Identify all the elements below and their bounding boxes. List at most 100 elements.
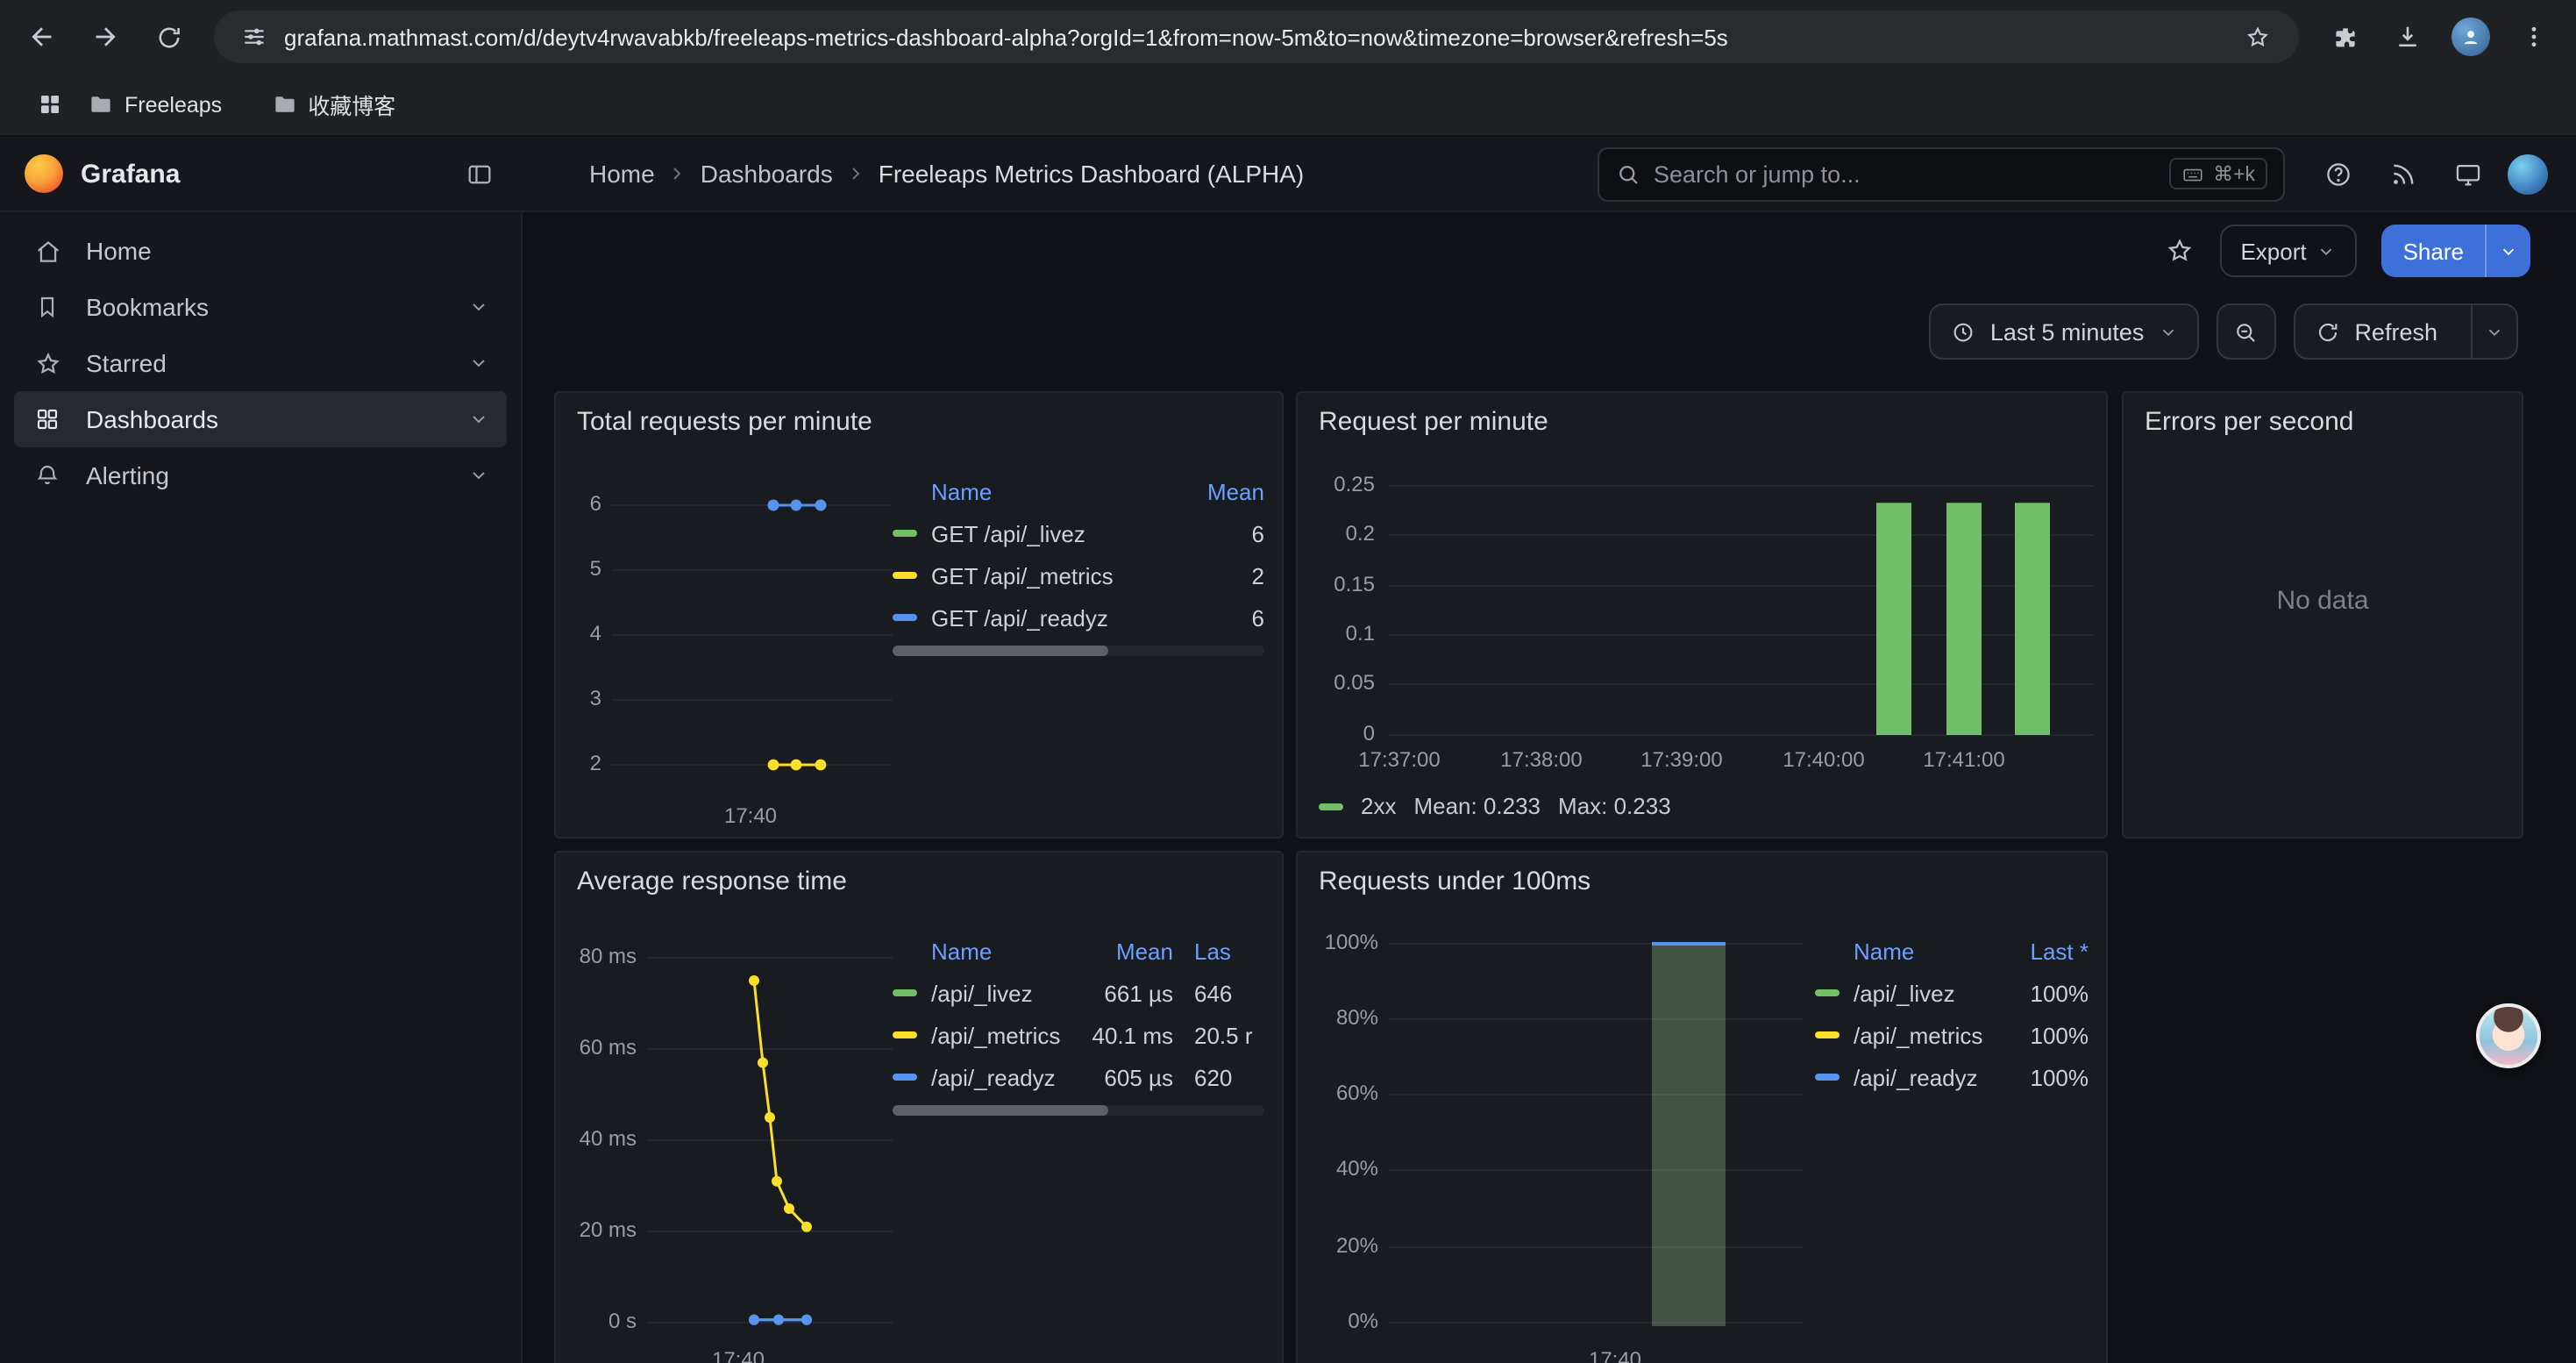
y-axis-tick: 3	[566, 686, 601, 712]
assistant-avatar-overlay[interactable]	[2476, 1003, 2541, 1068]
help-button[interactable]	[2313, 149, 2362, 198]
forward-button[interactable]	[79, 11, 132, 63]
chevron-down-icon	[2499, 241, 2518, 260]
refresh-button[interactable]: Refresh	[2295, 305, 2457, 358]
no-data-message: No data	[2124, 586, 2522, 616]
chart-canvas[interactable]	[566, 460, 900, 831]
brand-title: Grafana	[81, 159, 180, 189]
series-name[interactable]: /api/_livez	[1854, 980, 1990, 1006]
y-axis-tick: 60%	[1308, 1081, 1378, 1107]
series-name[interactable]: /api/_readyz	[1854, 1064, 1990, 1090]
sidebar-item-alerting[interactable]: Alerting	[14, 447, 507, 503]
chevron-right-icon	[667, 163, 688, 184]
share-button[interactable]: Share	[2382, 225, 2485, 277]
x-axis-tick: 17:37:00	[1347, 747, 1452, 774]
series-name[interactable]: /api/_readyz	[931, 1064, 1075, 1090]
news-button[interactable]	[2378, 149, 2427, 198]
scrollbar-thumb[interactable]	[893, 646, 1108, 656]
sidebar-item-starred[interactable]: Starred	[14, 335, 507, 391]
profile-button[interactable]	[2444, 11, 2497, 63]
refresh-interval-button[interactable]	[2471, 305, 2516, 358]
series-mean-stat: Mean: 0.233	[1413, 793, 1541, 819]
sidebar-item-home[interactable]: Home	[14, 223, 507, 279]
bookmark-item-blogs[interactable]: 收藏博客	[260, 82, 406, 126]
series-name[interactable]: /api/_metrics	[931, 1022, 1075, 1048]
panel-title[interactable]: Requests under 100ms	[1319, 867, 1590, 896]
legend-scrollbar[interactable]	[893, 646, 1264, 656]
chevron-down-icon[interactable]	[468, 409, 489, 430]
legend-col-last[interactable]: Las	[1194, 938, 1264, 964]
series-name[interactable]: GET /api/_metrics	[931, 562, 1166, 589]
y-axis-tick: 6	[566, 491, 601, 517]
total-requests-chart[interactable]: 6543217:40	[566, 460, 900, 831]
legend-col-name[interactable]: Name	[893, 478, 1166, 504]
legend-col-mean[interactable]: Mean	[1166, 478, 1264, 504]
legend-row[interactable]: /api/_readyz 605 µs 620	[893, 1056, 1264, 1098]
zoom-out-button[interactable]	[2216, 303, 2275, 360]
time-range-picker[interactable]: Last 5 minutes	[1929, 303, 2199, 360]
series-name[interactable]: GET /api/_livez	[931, 520, 1166, 546]
legend-row[interactable]: GET /api/_metrics 2	[893, 554, 1264, 596]
extensions-button[interactable]	[2318, 11, 2371, 63]
search-shortcut-chip: ⌘+k	[2169, 158, 2267, 189]
panel-title[interactable]: Request per minute	[1319, 407, 1548, 437]
browser-menu-button[interactable]	[2508, 11, 2560, 63]
chart-canvas[interactable]	[1308, 919, 1810, 1363]
back-button[interactable]	[16, 11, 68, 63]
export-button[interactable]: Export	[2219, 225, 2357, 277]
chart-canvas[interactable]	[1308, 460, 2097, 775]
requests-under-100ms-chart[interactable]: 100%80%60%40%20%0%17:40	[1308, 919, 1810, 1363]
legend-col-last[interactable]: Last *	[1990, 938, 2089, 964]
panel-total-requests-per-minute: Total requests per minute 6543217:40 Nam…	[554, 391, 1284, 838]
series-last-value: 620	[1194, 1064, 1264, 1090]
legend-col-name[interactable]: Name	[1815, 938, 1990, 964]
chevron-down-icon[interactable]	[468, 353, 489, 374]
panel-title[interactable]: Average response time	[577, 867, 847, 896]
reload-button[interactable]	[142, 11, 195, 63]
sidebar-item-bookmarks[interactable]: Bookmarks	[14, 279, 507, 335]
panel-title[interactable]: Total requests per minute	[577, 407, 872, 437]
address-bar[interactable]: grafana.mathmast.com/d/deytv4rwavabkb/fr…	[214, 11, 2299, 63]
breadcrumb-home[interactable]: Home	[589, 160, 655, 188]
legend-row[interactable]: GET /api/_readyz 6	[893, 596, 1264, 639]
legend-row[interactable]: GET /api/_livez 6	[893, 512, 1264, 554]
average-response-time-chart[interactable]: 80 ms60 ms40 ms20 ms0 s17:40	[566, 919, 900, 1363]
series-name[interactable]: /api/_livez	[931, 980, 1075, 1006]
site-info-icon[interactable]	[235, 18, 274, 56]
bookmark-item-freeleaps[interactable]: Freeleaps	[77, 86, 232, 123]
favorite-star-button[interactable]	[2163, 235, 2195, 267]
url-text[interactable]: grafana.mathmast.com/d/deytv4rwavabkb/fr…	[284, 24, 2236, 50]
breadcrumb-current: Freeleaps Metrics Dashboard (ALPHA)	[879, 160, 1305, 188]
legend-row[interactable]: /api/_readyz 100%	[1815, 1056, 2089, 1098]
share-menu-button[interactable]	[2485, 225, 2530, 277]
legend-row[interactable]: /api/_livez 100%	[1815, 972, 2089, 1014]
sidebar-toggle-button[interactable]	[465, 159, 495, 189]
legend-scrollbar[interactable]	[893, 1105, 1264, 1116]
chevron-down-icon[interactable]	[468, 296, 489, 318]
legend-row[interactable]: /api/_metrics 100%	[1815, 1014, 2089, 1056]
series-name[interactable]: GET /api/_readyz	[931, 604, 1166, 631]
downloads-button[interactable]	[2381, 11, 2434, 63]
help-icon	[2323, 159, 2352, 189]
legend-col-mean[interactable]: Mean	[1075, 938, 1173, 964]
apps-grid-button[interactable]	[26, 82, 72, 127]
panel-title[interactable]: Errors per second	[2145, 407, 2353, 437]
user-avatar[interactable]	[2508, 153, 2548, 194]
scrollbar-thumb[interactable]	[893, 1105, 1108, 1116]
legend-col-name[interactable]: Name	[893, 938, 1075, 964]
series-name[interactable]: /api/_metrics	[1854, 1022, 1990, 1048]
legend[interactable]: 2xx Mean: 0.233 Max: 0.233	[1319, 793, 1671, 819]
search-input[interactable]	[1654, 161, 2157, 187]
sidebar-item-dashboards[interactable]: Dashboards	[14, 391, 507, 447]
download-icon	[2392, 21, 2423, 53]
grafana-logo[interactable]	[25, 154, 63, 193]
chevron-down-icon[interactable]	[468, 465, 489, 486]
breadcrumb-dashboards[interactable]: Dashboards	[701, 160, 833, 188]
legend-row[interactable]: /api/_livez 661 µs 646	[893, 972, 1264, 1014]
legend-row[interactable]: /api/_metrics 40.1 ms 20.5 r	[893, 1014, 1264, 1056]
display-button[interactable]	[2443, 149, 2492, 198]
series-name[interactable]: 2xx	[1361, 793, 1396, 819]
bookmark-star-icon[interactable]	[2236, 16, 2278, 58]
search-box[interactable]: ⌘+k	[1598, 146, 2285, 201]
request-per-minute-chart[interactable]: 0.250.20.150.10.05017:37:0017:38:0017:39…	[1308, 460, 2097, 775]
